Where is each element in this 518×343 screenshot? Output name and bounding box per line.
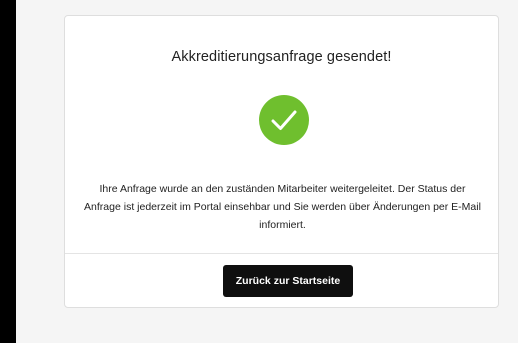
check-circle-icon: [259, 95, 309, 145]
card-divider: [65, 253, 498, 254]
confirmation-message: Ihre Anfrage wurde an den zuständen Mita…: [84, 183, 481, 231]
page-background: Akkreditierungsanfrage gesendet! Ihre An…: [16, 0, 518, 343]
card-title: Akkreditierungsanfrage gesendet!: [171, 49, 392, 65]
back-to-home-button[interactable]: Zurück zur Startseite: [223, 265, 353, 297]
confirmation-card: Akkreditierungsanfrage gesendet! Ihre An…: [64, 15, 499, 308]
